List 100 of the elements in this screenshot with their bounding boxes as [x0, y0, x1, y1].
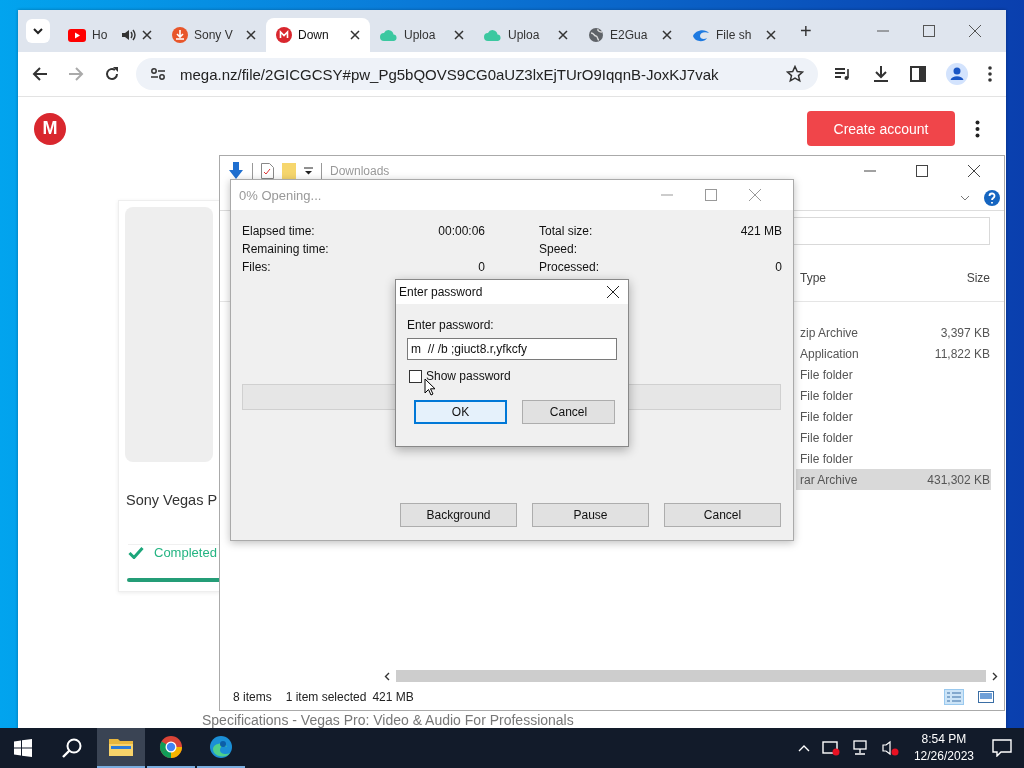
maximize-icon[interactable]: [916, 165, 928, 177]
browser-tab[interactable]: Ho: [58, 18, 162, 52]
browser-tab[interactable]: File sh: [682, 18, 786, 52]
dialog-button[interactable]: Cancel: [522, 400, 615, 424]
close-icon[interactable]: [246, 30, 256, 40]
clock-time[interactable]: 8:54 PM: [921, 731, 967, 748]
checkbox-label[interactable]: Show password: [426, 369, 511, 383]
download-icon[interactable]: [872, 65, 890, 83]
dropdown-icon[interactable]: [304, 167, 313, 175]
scroll-left-icon[interactable]: [384, 671, 390, 681]
file-row[interactable]: File folder: [796, 406, 991, 427]
window-title: Downloads: [330, 164, 390, 178]
download-icon: [172, 27, 188, 43]
page-heading: Specifications - Vegas Pro: Video & Audio For Professionals: [202, 712, 574, 728]
password-field[interactable]: m // /b ;giuct8.r,yfkcfy: [407, 338, 617, 360]
logo-icon: [276, 27, 292, 43]
more-icon[interactable]: [975, 119, 980, 138]
maximize-icon[interactable]: [922, 24, 936, 38]
close-icon[interactable]: [607, 286, 619, 298]
folder-icon: [109, 737, 133, 757]
file-row[interactable]: Application 11,822 KB: [796, 343, 991, 364]
play-icon: [68, 28, 86, 42]
close-icon[interactable]: [350, 30, 360, 40]
status-text: Completed: [154, 545, 217, 560]
side-panel-icon[interactable]: [910, 66, 926, 82]
more-icon[interactable]: [988, 66, 992, 82]
stat-label: Remaining time:: [242, 242, 329, 256]
create-account-button[interactable]: Create account: [807, 111, 955, 146]
tab-title: Ho: [92, 28, 109, 42]
selection-status: 1 item selected: [285, 690, 367, 704]
browser-tab[interactable]: Uploa: [370, 18, 474, 52]
url-text: mega.nz/file/2GICGCSY#pw_Pg5bQOVS9CG0aUZ3lxEjTUrO9IqqnB-JoxKJ7vak: [180, 65, 720, 83]
download-arrow-icon: [228, 162, 244, 180]
swirl-icon: [692, 28, 710, 42]
document-check-icon[interactable]: [261, 163, 274, 179]
taskbar-app[interactable]: [97, 728, 145, 768]
search-icon[interactable]: [62, 738, 82, 758]
tab-search-button[interactable]: [26, 19, 50, 43]
file-row[interactable]: File folder: [796, 385, 991, 406]
close-icon[interactable]: [662, 30, 672, 40]
reload-icon[interactable]: [104, 66, 120, 82]
new-tab-button[interactable]: +: [794, 19, 818, 43]
file-row[interactable]: zip Archive 3,397 KB: [796, 322, 991, 343]
close-icon[interactable]: [558, 30, 568, 40]
dialog-button[interactable]: Pause: [532, 503, 649, 527]
media-icon[interactable]: [834, 66, 852, 82]
notification-icon[interactable]: [992, 739, 1012, 757]
logo[interactable]: M: [34, 112, 66, 145]
file-row[interactable]: rar Archive 431,302 KB: [796, 469, 991, 490]
file-title: Sony Vegas P: [126, 492, 219, 508]
globe-icon: [588, 27, 604, 43]
scrollbar-thumb[interactable]: [396, 670, 986, 682]
windows-icon[interactable]: [14, 739, 32, 757]
star-icon[interactable]: [786, 65, 804, 83]
close-icon[interactable]: [142, 30, 152, 40]
tab-title: Uploa: [404, 28, 437, 42]
close-icon[interactable]: [454, 30, 464, 40]
volume-muted-icon[interactable]: [881, 740, 900, 756]
security-alert-icon[interactable]: [821, 740, 840, 756]
file-row[interactable]: File folder: [796, 427, 991, 448]
close-icon[interactable]: [968, 165, 980, 177]
tab-title: Uploa: [508, 28, 541, 42]
dialog-title: 0% Opening...: [239, 187, 322, 203]
help-icon[interactable]: [984, 190, 1000, 206]
dialog-button[interactable]: Cancel: [664, 503, 781, 527]
browser-tab[interactable]: Down: [266, 18, 370, 52]
item-count: 8 items: [233, 690, 272, 704]
browser-tab[interactable]: E2Gua: [578, 18, 682, 52]
cloud-icon: [484, 28, 502, 42]
close-icon[interactable]: [766, 30, 776, 40]
browser-tab[interactable]: Sony V: [162, 18, 266, 52]
column-header[interactable]: Size: [920, 271, 990, 285]
edge-icon: [209, 735, 233, 759]
address-bar[interactable]: mega.nz/file/2GICGCSY#pw_Pg5bQOVS9CG0aUZ3lxEjTUrO9IqqnB-JoxKJ7vak: [136, 58, 818, 90]
back-icon[interactable]: [32, 66, 48, 82]
column-header[interactable]: Type: [800, 271, 920, 285]
tab-title: E2Gua: [610, 28, 649, 42]
site-settings-icon[interactable]: [150, 67, 166, 81]
chrome-icon: [159, 735, 183, 759]
file-row[interactable]: File folder: [796, 364, 991, 385]
field-label: Enter password:: [407, 318, 495, 332]
checkbox[interactable]: [409, 369, 422, 383]
stat-label: Speed:: [539, 242, 578, 256]
browser-tab[interactable]: Uploa: [474, 18, 578, 52]
clock-date[interactable]: 12/26/2023: [913, 748, 974, 765]
profile-icon[interactable]: [946, 63, 968, 85]
scroll-right-icon[interactable]: [992, 671, 998, 681]
preview-view-icon[interactable]: [978, 691, 994, 703]
dialog-button[interactable]: OK: [414, 400, 507, 424]
mouse-pointer-icon: [424, 378, 436, 396]
network-icon[interactable]: [851, 740, 870, 756]
stat-label: Processed:: [539, 260, 600, 274]
tab-title: File sh: [716, 28, 753, 42]
chevron-down-icon[interactable]: [960, 195, 970, 201]
selection-size: 421 MB: [372, 690, 414, 704]
dialog-button[interactable]: Background: [400, 503, 517, 527]
tab-title: Sony V: [194, 28, 234, 42]
file-row[interactable]: File folder: [796, 448, 991, 469]
chevron-up-icon[interactable]: [797, 744, 810, 752]
dialog-title: Enter password: [399, 285, 483, 299]
